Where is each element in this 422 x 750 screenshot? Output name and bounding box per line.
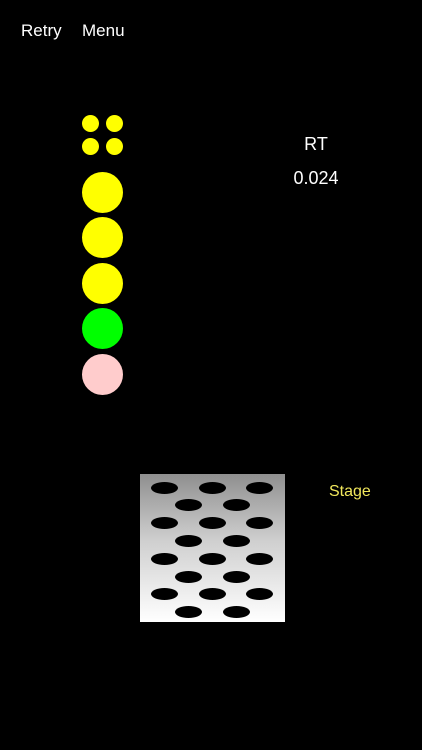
hole: [199, 517, 226, 529]
hole: [175, 571, 202, 583]
stage-button[interactable]: [140, 474, 285, 622]
stage-light-1: [82, 138, 99, 155]
hole: [199, 482, 226, 494]
stage-label: Stage: [329, 483, 371, 500]
hole: [151, 517, 178, 529]
green-light: [82, 308, 123, 349]
amber-light-3: [82, 263, 123, 304]
hole: [223, 571, 250, 583]
hole: [246, 588, 273, 600]
stage-light-2: [106, 138, 123, 155]
hole: [175, 606, 202, 618]
hole: [223, 499, 250, 511]
hole: [199, 588, 226, 600]
hole: [246, 482, 273, 494]
hole: [175, 535, 202, 547]
hole: [151, 588, 178, 600]
pre-stage-light-2: [106, 115, 123, 132]
amber-light-2: [82, 217, 123, 258]
hole: [246, 517, 273, 529]
pre-stage-light-1: [82, 115, 99, 132]
hole: [246, 553, 273, 565]
hole: [151, 553, 178, 565]
red-light: [82, 354, 123, 395]
reaction-time-label: RT: [304, 134, 328, 154]
hole: [175, 499, 202, 511]
reaction-time-value: 0.024: [293, 168, 339, 188]
retry-button[interactable]: Retry: [21, 21, 62, 41]
hole: [223, 606, 250, 618]
amber-light-1: [82, 172, 123, 213]
hole: [199, 553, 226, 565]
menu-button[interactable]: Menu: [82, 21, 125, 41]
hole: [151, 482, 178, 494]
hole: [223, 535, 250, 547]
